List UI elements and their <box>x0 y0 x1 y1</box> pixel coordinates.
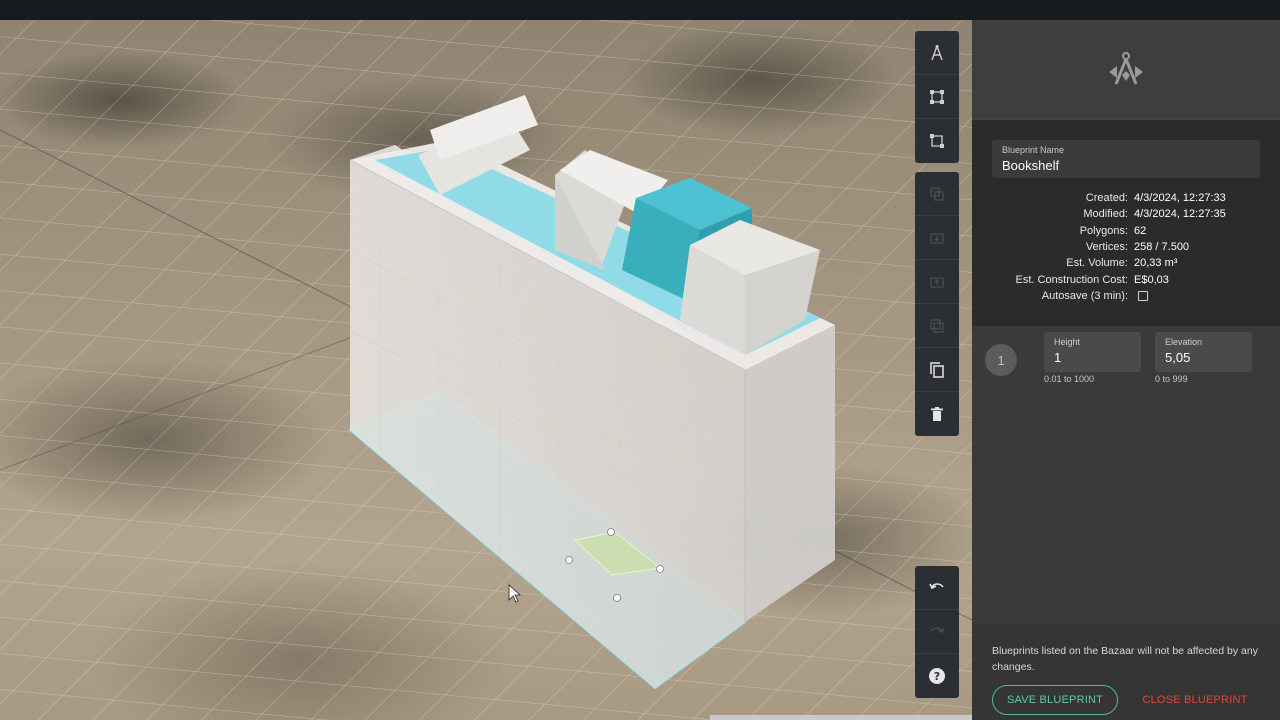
save-blueprint-button[interactable]: SAVE BLUEPRINT <box>992 685 1118 715</box>
blueprint-panel: Blueprint Name Bookshelf Created: 4/3/202… <box>972 20 1280 720</box>
panel-header <box>972 20 1280 120</box>
polygons-value: 62 <box>1134 224 1147 237</box>
svg-text:?: ? <box>934 670 940 683</box>
move-down-icon <box>930 232 944 244</box>
blueprint-name-value[interactable]: Bookshelf <box>1002 158 1250 173</box>
duplicate-button[interactable] <box>915 304 959 348</box>
copy-shape-icon <box>930 186 944 201</box>
toolbar-middle <box>915 172 959 436</box>
copy-icon <box>930 361 944 378</box>
toolbar-bottom: ? <box>915 566 959 698</box>
elevation-label: Elevation <box>1165 337 1203 347</box>
toolbar-top <box>915 31 959 163</box>
volume-label: Est. Volume: <box>1066 257 1128 270</box>
draw-tool-button[interactable] <box>915 31 959 75</box>
redo-button[interactable] <box>915 610 959 654</box>
created-label: Created: <box>1085 192 1128 205</box>
edge-edit-icon <box>930 134 944 148</box>
height-label: Height <box>1054 337 1081 347</box>
modified-label: Modified: <box>1083 208 1128 221</box>
scene-canvas[interactable] <box>0 20 972 720</box>
vertex-edit-icon <box>930 89 944 104</box>
undo-icon <box>929 582 944 589</box>
blueprint-name-label: Blueprint Name <box>1002 145 1065 155</box>
bazaar-notice: Blueprints listed on the Bazaar will not… <box>992 645 1258 673</box>
elevation-hint: 0 to 999 <box>1155 374 1188 384</box>
close-blueprint-button[interactable]: CLOSE BLUEPRINT <box>1132 685 1258 715</box>
blueprint-name-field[interactable]: Blueprint Name Bookshelf <box>992 140 1260 178</box>
created-value: 4/3/2024, 12:27:33 <box>1134 192 1226 205</box>
copy-shape-button[interactable] <box>915 172 959 216</box>
polygons-label: Polygons: <box>1079 224 1128 237</box>
move-up-icon <box>930 276 944 288</box>
height-input[interactable]: 1 <box>1054 350 1131 365</box>
section-editor: 1 Height 1 0.01 to 1000 Elevation 5,05 0… <box>972 326 1280 626</box>
blueprint-info: Blueprint Name Bookshelf Created: 4/3/202… <box>972 120 1280 326</box>
autosave-checkbox[interactable] <box>1138 290 1148 301</box>
delete-button[interactable] <box>915 392 959 436</box>
move-up-button[interactable] <box>915 260 959 304</box>
vertex-edit-button[interactable] <box>915 75 959 119</box>
height-field[interactable]: Height 1 <box>1044 332 1141 372</box>
move-down-button[interactable] <box>915 216 959 260</box>
section-number-badge[interactable]: 1 <box>985 344 1017 376</box>
height-hint: 0.01 to 1000 <box>1044 374 1095 384</box>
duplicate-icon <box>930 318 944 333</box>
cost-value: E$0,03 <box>1134 273 1169 286</box>
help-icon: ? <box>929 668 945 684</box>
elevation-field[interactable]: Elevation 5,05 <box>1155 332 1252 372</box>
blueprint-meta: Created: 4/3/2024, 12:27:33 Modified: 4/3/… <box>992 190 1260 304</box>
cost-label: Est. Construction Cost: <box>1015 273 1129 286</box>
autosave-label: Autosave (3 min): <box>1041 289 1128 302</box>
bottom-strip <box>710 715 972 720</box>
help-button[interactable]: ? <box>915 654 959 698</box>
draw-tool-icon <box>931 44 943 60</box>
vertices-value: 258 / 7.500 <box>1134 241 1190 254</box>
elevation-input[interactable]: 5,05 <box>1165 350 1242 365</box>
vertices-label: Vertices: <box>1085 241 1128 254</box>
undo-button[interactable] <box>915 566 959 610</box>
compass-logo-icon <box>1109 51 1143 85</box>
trash-icon <box>931 407 943 421</box>
modified-value: 4/3/2024, 12:27:35 <box>1134 208 1226 221</box>
edge-edit-button[interactable] <box>915 119 959 163</box>
redo-icon <box>930 626 945 633</box>
volume-value: 20,33 m³ <box>1134 257 1178 270</box>
copy-button[interactable] <box>915 348 959 392</box>
top-bar <box>0 0 1280 20</box>
3d-viewport[interactable] <box>0 20 972 720</box>
